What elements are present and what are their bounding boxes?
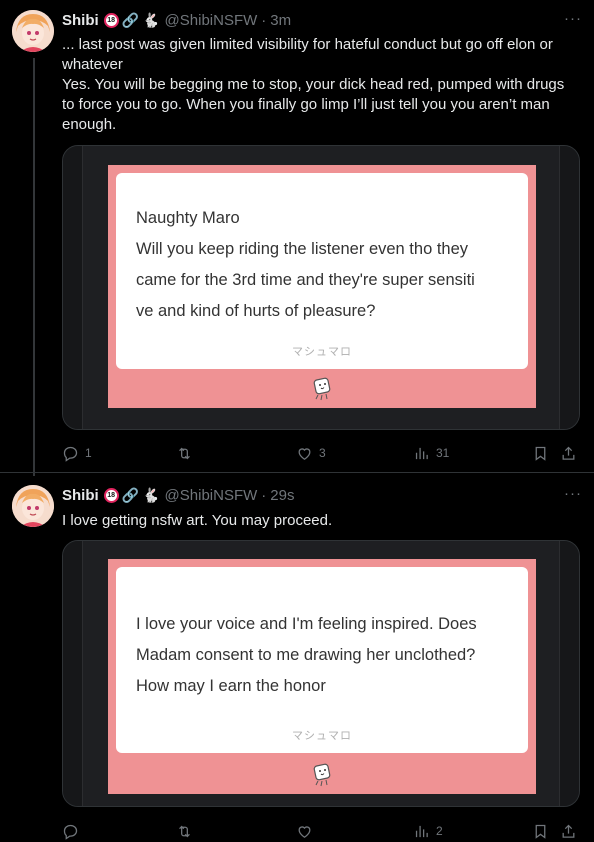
name-badges: 18 🔗 🐇 (103, 487, 160, 503)
media-image[interactable]: I love your voice and I'm feeling inspir… (62, 540, 580, 807)
media-image[interactable]: Naughty Maro Will you keep riding the li… (62, 145, 580, 430)
retweet-button[interactable] (176, 821, 199, 841)
like-icon (298, 447, 311, 460)
tweet-header: Shibi 18 🔗 🐇 @ShibiNSFW · 29s ··· (62, 485, 582, 505)
reply-button[interactable] (62, 821, 85, 841)
share-icon (562, 824, 575, 838)
avatar[interactable] (12, 485, 54, 527)
marshmallow-card-frame: Naughty Maro Will you keep riding the li… (108, 165, 536, 408)
like-icon (298, 825, 311, 838)
rabbit-badge-icon: 🐇 (142, 487, 160, 503)
age-18-badge-icon: 18 (103, 487, 119, 503)
age-18-badge-icon: 18 (103, 12, 119, 28)
card-line: Naughty Maro (136, 209, 240, 227)
views-count: 2 (436, 824, 443, 838)
card-line: Will you keep riding the listener even t… (136, 240, 469, 258)
reply-icon (63, 824, 78, 840)
retweet-button[interactable] (176, 443, 199, 463)
card-line: I love your voice and I'm feeling inspir… (136, 615, 477, 633)
tweet-text: I love getting nsfw art. You may proceed… (62, 511, 580, 531)
action-bar: 2 (62, 821, 580, 841)
tweet[interactable]: Shibi 18 🔗 🐇 @ShibiNSFW · 3m ··· ... las… (0, 0, 594, 476)
like-button[interactable]: 3 (296, 443, 326, 463)
tweet[interactable]: Shibi 18 🔗 🐇 @ShibiNSFW · 29s ··· I love… (0, 472, 594, 842)
views-button[interactable]: 2 (413, 821, 443, 841)
marshmallow-mascot-icon (313, 763, 331, 787)
card-message: Naughty Maro Will you keep riding the li… (136, 203, 508, 327)
card-line: Madam consent to me drawing her unclothe… (136, 646, 476, 664)
tweet-text-line: ... last post was given limited visibili… (62, 36, 553, 73)
retweet-icon (179, 447, 190, 459)
share-button[interactable] (560, 443, 577, 463)
reply-icon (63, 446, 78, 462)
separator-dot: · (261, 486, 267, 504)
retweet-icon (179, 825, 190, 837)
marshmallow-mascot-icon (313, 377, 331, 401)
letterbox-right (559, 541, 579, 806)
letterbox-left (63, 146, 83, 429)
tweet-text-line: Yes. You will be begging me to stop, you… (62, 76, 565, 133)
like-button[interactable] (296, 821, 319, 841)
marshmallow-card-frame: I love your voice and I'm feeling inspir… (108, 559, 536, 794)
name-badges: 18 🔗 🐇 (103, 12, 160, 28)
card-brand: マシュマロ (292, 346, 352, 358)
share-icon (562, 446, 575, 460)
display-name[interactable]: Shibi (62, 487, 99, 504)
bookmark-icon (535, 446, 546, 461)
more-options-icon[interactable]: ··· (564, 485, 582, 502)
timestamp[interactable]: 3m (270, 12, 291, 29)
card-line: ve and kind of hurts of pleasure? (136, 302, 376, 320)
tweet-header: Shibi 18 🔗 🐇 @ShibiNSFW · 3m ··· (62, 10, 582, 30)
views-count: 31 (436, 446, 450, 460)
action-bar: 1 3 31 (62, 443, 580, 463)
more-options-icon[interactable]: ··· (564, 10, 582, 27)
letterbox-left (63, 541, 83, 806)
handle[interactable]: @ShibiNSFW (165, 12, 258, 29)
views-icon (415, 825, 428, 837)
separator-dot: · (261, 11, 267, 29)
card-line: came for the 3rd time and they're super … (136, 271, 475, 289)
avatar[interactable] (12, 10, 54, 52)
bookmark-button[interactable] (532, 443, 549, 463)
bookmark-icon (535, 824, 546, 839)
rabbit-badge-icon: 🐇 (142, 12, 160, 28)
handle[interactable]: @ShibiNSFW (165, 487, 258, 504)
reply-button[interactable]: 1 (62, 443, 92, 463)
card-message: I love your voice and I'm feeling inspir… (136, 609, 508, 702)
marshmallow-card: I love your voice and I'm feeling inspir… (116, 567, 528, 753)
share-button[interactable] (560, 821, 577, 841)
views-button[interactable]: 31 (413, 443, 449, 463)
like-count: 3 (319, 446, 326, 460)
link-badge-icon: 🔗 (121, 12, 140, 28)
views-icon (415, 447, 428, 459)
thread-connector-line (33, 58, 35, 476)
tweet-text-line: I love getting nsfw art. You may proceed… (62, 512, 333, 529)
marshmallow-card: Naughty Maro Will you keep riding the li… (116, 173, 528, 369)
link-badge-icon: 🔗 (121, 487, 140, 503)
reply-count: 1 (85, 446, 92, 460)
letterbox-right (559, 146, 579, 429)
card-brand: マシュマロ (292, 730, 352, 742)
timestamp[interactable]: 29s (270, 487, 294, 504)
tweet-text: ... last post was given limited visibili… (62, 35, 580, 135)
card-line: How may I earn the honor (136, 677, 326, 695)
bookmark-button[interactable] (532, 821, 549, 841)
display-name[interactable]: Shibi (62, 12, 99, 29)
